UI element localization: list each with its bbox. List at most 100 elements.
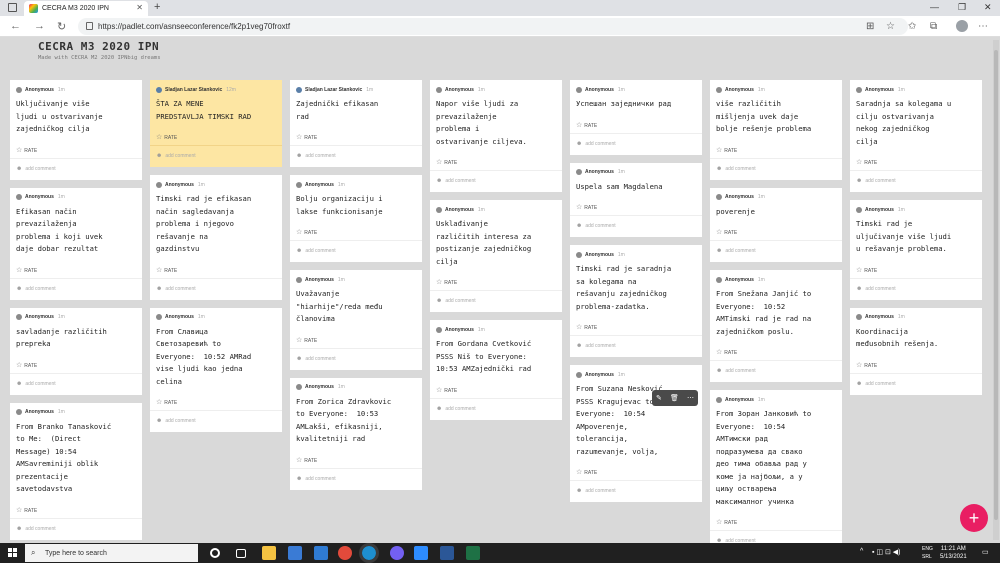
rate-button[interactable]: ☆ RATE [576,468,597,476]
post-card[interactable]: Anonymous 1m savladanje različitih preprek… [10,307,142,395]
chrome-icon[interactable] [338,546,352,560]
add-comment-input[interactable]: ☻ add comment [436,406,476,412]
windows-start-icon[interactable] [8,548,18,558]
profile-avatar[interactable] [956,20,968,32]
task-view-icon[interactable] [236,549,246,558]
rate-button[interactable]: ☆ RATE [156,266,177,274]
favorite-star-icon[interactable]: ☆ [886,21,895,32]
post-card[interactable]: Anonymous 1m From Zorica Zdravkovic to Eve… [290,377,422,490]
rate-button[interactable]: ☆ RATE [716,146,737,154]
add-comment-input[interactable]: ☻ add comment [16,166,56,172]
taskbar-clock[interactable]: 11:21 AM 5/13/2021 [940,545,967,561]
file-explorer-icon[interactable] [262,546,276,560]
rate-button[interactable]: ☆ RATE [436,158,457,166]
add-comment-input[interactable]: ☻ add comment [156,153,196,159]
post-card[interactable]: Anonymous 1m From Branko Tanasković to Me:… [10,402,142,540]
add-comment-input[interactable]: ☻ add comment [296,153,336,159]
add-comment-input[interactable]: ☻ add comment [436,298,476,304]
minimize-icon[interactable]: — [930,2,939,12]
add-comment-input[interactable]: ☻ add comment [716,166,756,172]
post-card[interactable]: Anonymous 1m više različitih mišljenja uve… [710,80,842,180]
delete-icon[interactable]: 🗑 [670,394,679,402]
rate-button[interactable]: ☆ RATE [16,266,37,274]
post-card[interactable]: Anonymous 1m From Snežana Janjić to Everyo… [710,270,842,382]
scrollbar[interactable] [993,40,999,540]
forward-icon[interactable]: → [34,20,45,32]
rate-button[interactable]: ☆ RATE [156,398,177,406]
add-comment-input[interactable]: ☻ add comment [156,418,196,424]
new-tab-button[interactable]: + [154,1,160,13]
language-indicator[interactable]: ENG SRL [922,545,933,561]
tray-icons[interactable]: ▪ ◫ ⊡ ◀) [872,548,901,556]
edge-icon[interactable] [359,543,379,563]
reload-icon[interactable]: ↻ [57,20,66,33]
add-comment-input[interactable]: ☻ add comment [16,381,56,387]
scrollbar-thumb[interactable] [994,50,998,520]
collections-icon[interactable]: ⧉ [930,21,937,32]
add-comment-input[interactable]: ☻ add comment [856,178,896,184]
add-comment-input[interactable]: ☻ add comment [576,141,616,147]
rate-button[interactable]: ☆ RATE [856,158,877,166]
add-comment-input[interactable]: ☻ add comment [156,286,196,292]
rate-button[interactable]: ☆ RATE [716,518,737,526]
window-menu-icon[interactable] [8,3,17,12]
excel-icon[interactable] [466,546,480,560]
mail-icon[interactable] [314,546,328,560]
post-card[interactable]: Anonymous 1m Napor više ljudi za prevazila… [430,80,562,192]
post-card[interactable]: Anonymous 1m From Suzana Nesković PSSS Kra… [570,365,702,502]
rate-button[interactable]: ☆ RATE [296,336,317,344]
add-comment-input[interactable]: ☻ add comment [436,178,476,184]
rate-button[interactable]: ☆ RATE [296,456,317,464]
rate-button[interactable]: ☆ RATE [576,203,597,211]
rate-button[interactable]: ☆ RATE [296,228,317,236]
notifications-icon[interactable]: ▭ [982,548,989,556]
word-icon[interactable] [440,546,454,560]
post-card[interactable]: Anonymous 1m Uvažavanje "hiarhije"/reda me… [290,270,422,370]
add-comment-input[interactable]: ☻ add comment [296,356,336,362]
post-card[interactable]: Anonymous 1m From Зоран Јанковић to Everyo… [710,390,842,543]
post-card[interactable]: Anonymous 1m Bolju organizaciju i lakse fu… [290,175,422,262]
rate-button[interactable]: ☆ RATE [156,133,177,141]
add-comment-input[interactable]: ☻ add comment [576,488,616,494]
edit-icon[interactable]: ✎ [656,394,662,402]
tray-chevron-icon[interactable]: ^ [860,548,863,555]
zoom-icon[interactable] [414,546,428,560]
viber-icon[interactable] [390,546,404,560]
favorites-icon[interactable]: ✩ [908,21,916,32]
post-card[interactable]: Anonymous 1m From Славица Светозаревић to … [150,307,282,432]
post-card[interactable]: Anonymous 1m Uspela sam Magdalena ☆ RATE ☻ add… [570,162,702,237]
rate-button[interactable]: ☆ RATE [856,266,877,274]
more-options-icon[interactable]: ⋯ [978,21,988,32]
browser-tab[interactable]: CECRA M3 2020 IPN ✕ [24,1,148,16]
rate-button[interactable]: ☆ RATE [16,146,37,154]
add-comment-input[interactable]: ☻ add comment [716,368,756,374]
post-card[interactable]: Anonymous 1m Uključivanje više ljudi u ost… [10,80,142,180]
cortana-icon[interactable] [210,548,220,558]
add-comment-input[interactable]: ☻ add comment [296,476,336,482]
rate-button[interactable]: ☆ RATE [16,361,37,369]
add-post-button[interactable]: + [960,504,988,532]
post-card[interactable]: Anonymous 1m Saradnja sa kolegama u cilju … [850,80,982,192]
url-input[interactable]: https://padlet.com/asnseeconference/fk2p… [78,18,908,35]
post-card[interactable]: Anonymous 1m poverenje ☆ RATE ☻ add comment [710,187,842,262]
maximize-icon[interactable]: ❐ [958,2,966,13]
post-card[interactable]: Anonymous 1m Timski rad je saradnja sa kol… [570,245,702,357]
store-icon[interactable] [288,546,302,560]
add-comment-input[interactable]: ☻ add comment [16,526,56,532]
rate-button[interactable]: ☆ RATE [856,361,877,369]
rate-button[interactable]: ☆ RATE [716,228,737,236]
apps-icon[interactable]: ⊞ [866,21,874,32]
post-card[interactable]: Anonymous 1m Efikasan način prevazilaženja… [10,187,142,300]
add-comment-input[interactable]: ☻ add comment [716,248,756,254]
more-icon[interactable]: ⋯ [687,394,694,402]
rate-button[interactable]: ☆ RATE [716,348,737,356]
add-comment-input[interactable]: ☻ add comment [856,381,896,387]
rate-button[interactable]: ☆ RATE [296,133,317,141]
post-card[interactable]: Anonymous 1m Usklađivanje različitih inter… [430,200,562,312]
rate-button[interactable]: ☆ RATE [436,278,457,286]
post-card[interactable]: Anonymous 1m Timski rad je efikasan način … [150,175,282,300]
rate-button[interactable]: ☆ RATE [16,506,37,514]
close-tab-icon[interactable]: ✕ [136,3,143,12]
rate-button[interactable]: ☆ RATE [436,386,457,394]
post-card[interactable]: Anonymous 1m Успешан заједнички рад ☆ RATE ☻ a… [570,80,702,155]
